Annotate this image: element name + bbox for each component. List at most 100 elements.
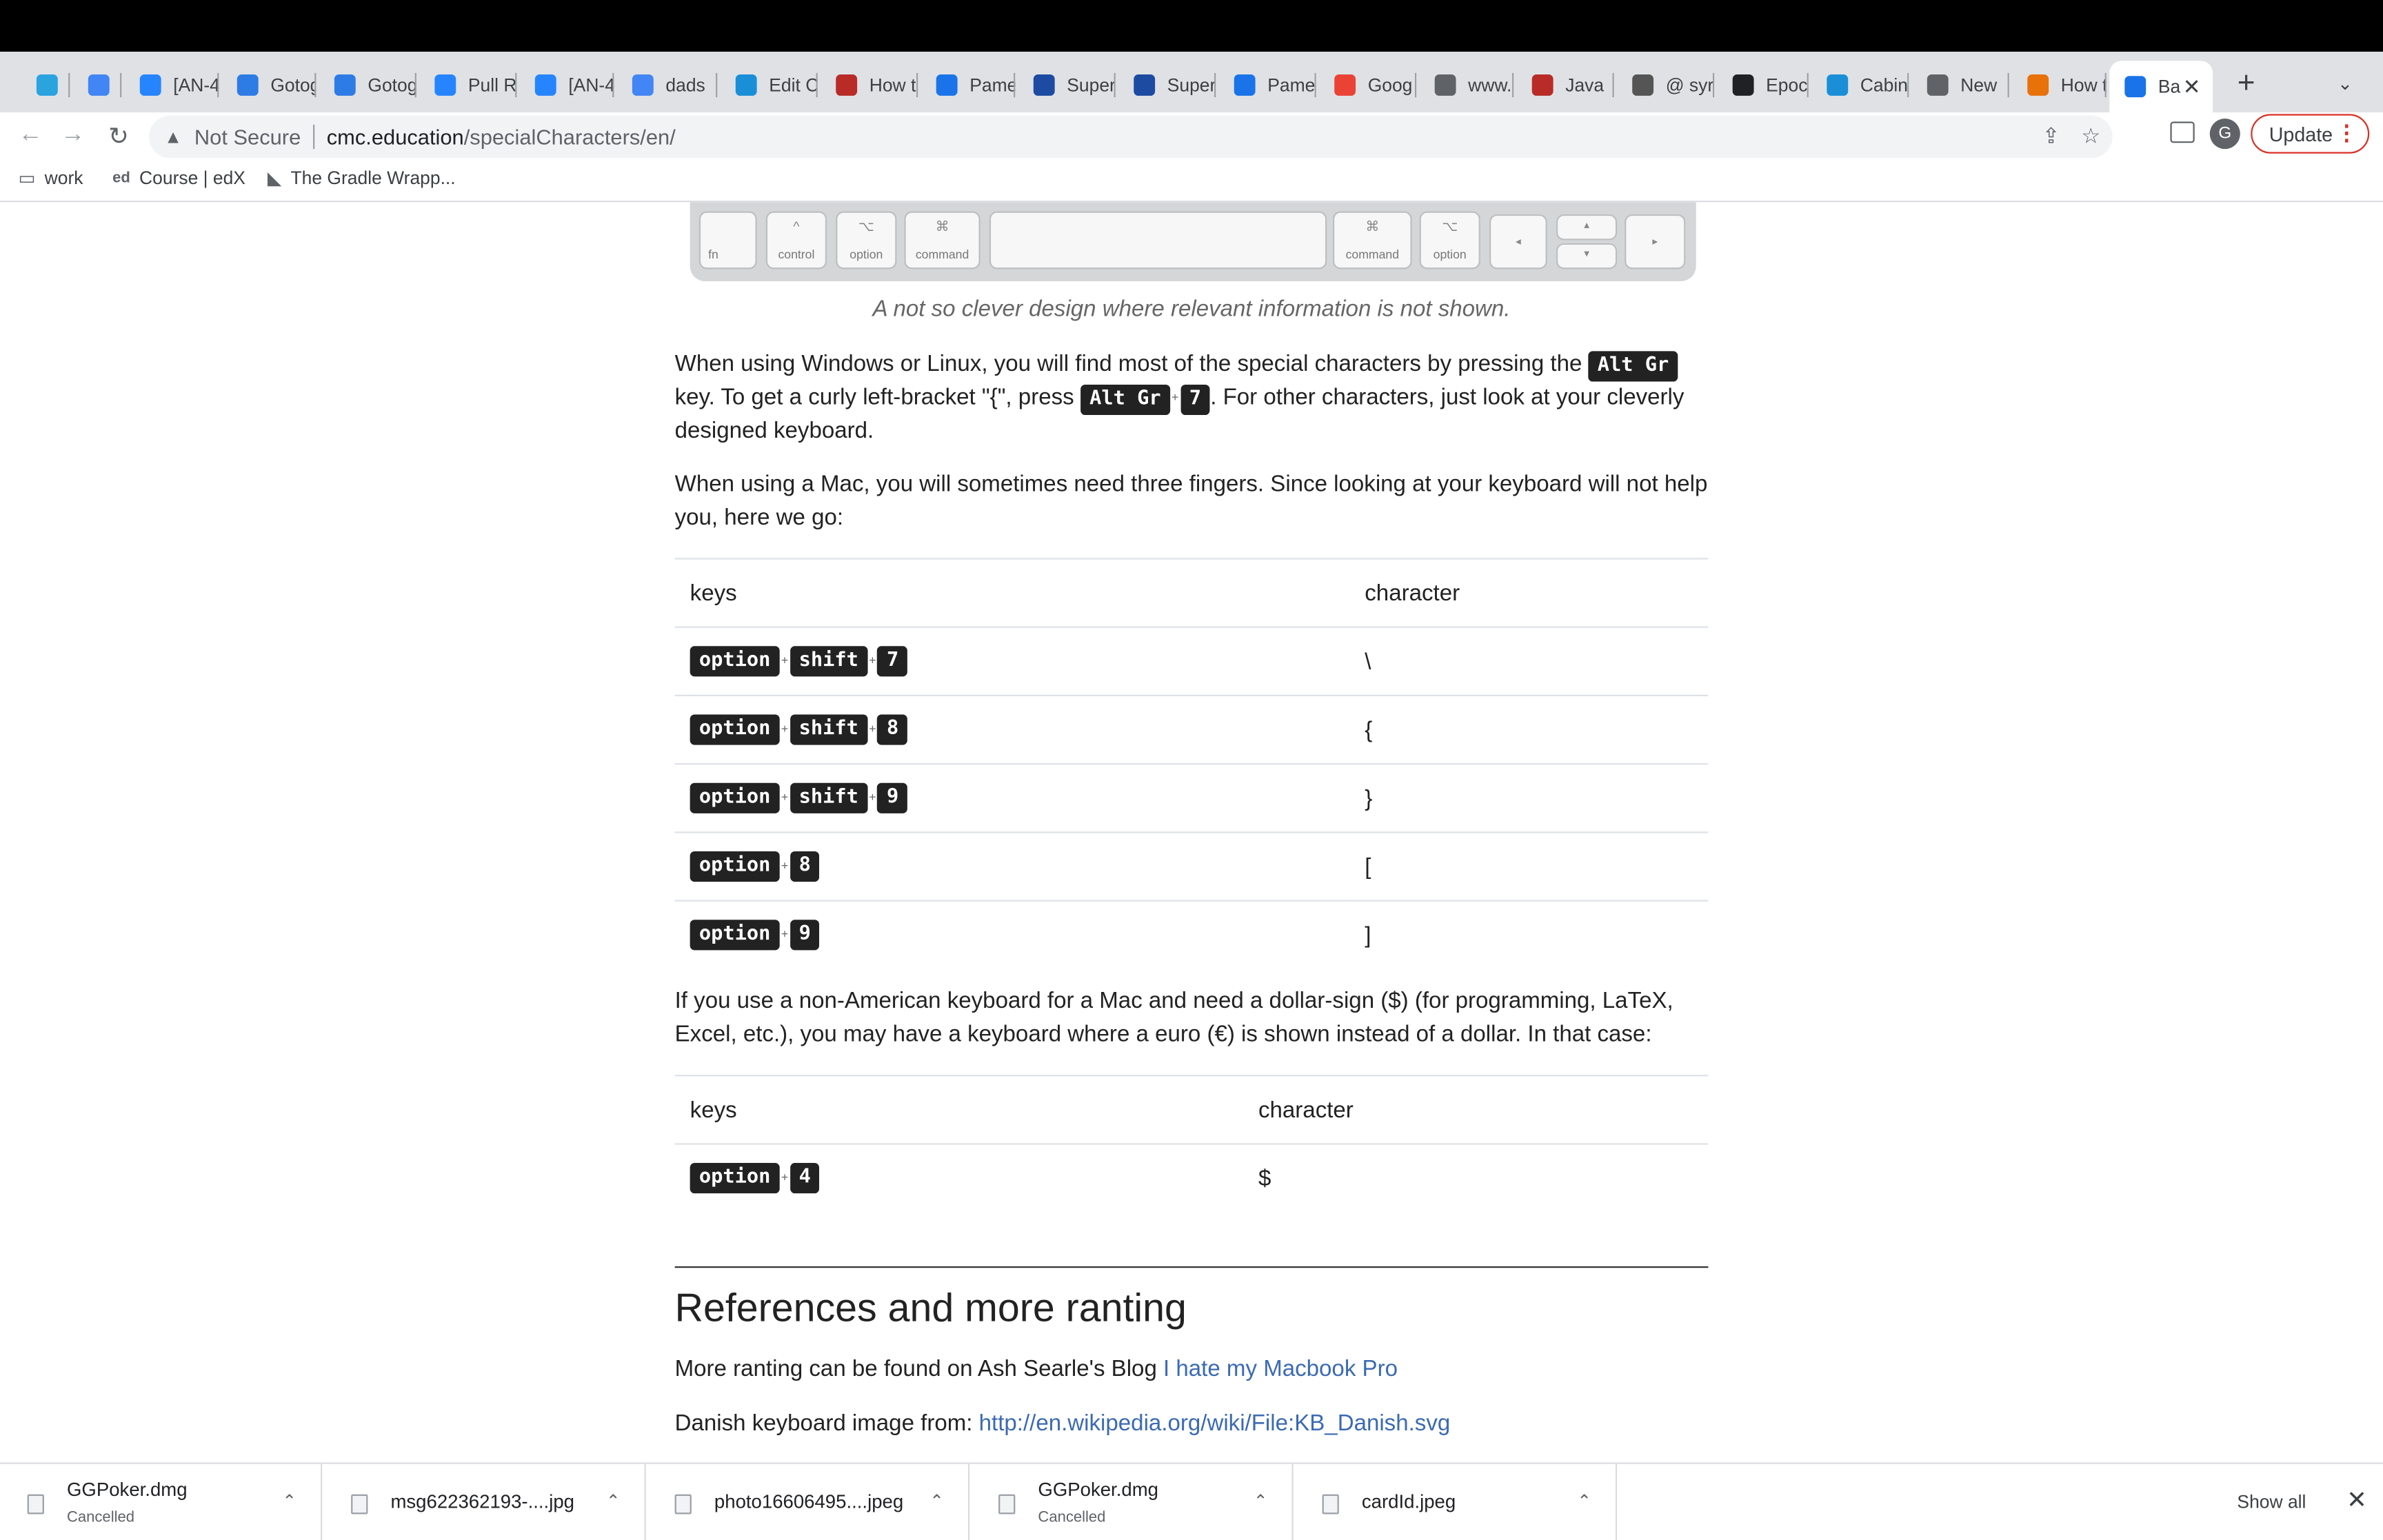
bookmark-edx[interactable]: ed Course | edX — [112, 168, 245, 189]
menu-bar — [0, 0, 2383, 52]
keyboard-image: fn ^ control ⌥ option ⌘ command ⌘ comman… — [690, 202, 1696, 281]
back-arrow-icon[interactable]: ← — [15, 121, 46, 149]
plus-sign: + — [781, 721, 789, 736]
browser-tab[interactable] — [21, 64, 70, 107]
globe-icon — [1434, 74, 1456, 96]
browser-tab[interactable]: Epoch — [1718, 64, 1809, 107]
browser-tab[interactable]: How t — [2012, 64, 2107, 107]
browser-tab[interactable]: Pame — [921, 64, 1016, 107]
table-row: option + shift +8{ — [674, 694, 1709, 764]
browser-tab[interactable]: Java — [1517, 64, 1614, 107]
download-status: Cancelled — [66, 1509, 135, 1527]
new-tab-icon[interactable]: + — [2231, 67, 2262, 102]
kbd-key: option — [690, 714, 780, 745]
download-filename: cardId.jpeg — [1361, 1491, 1456, 1513]
browser-tab[interactable]: Cabin — [1811, 64, 1909, 107]
character-cell: { — [1349, 694, 1709, 764]
update-button[interactable]: Update ⋮ — [2251, 114, 2370, 154]
download-item[interactable]: GGPoker.dmg Cancelled ⌃ — [971, 1463, 1294, 1540]
browser-tab[interactable] — [73, 64, 122, 107]
download-item[interactable]: msg622362193-....jpg ⌃ — [323, 1463, 646, 1540]
browser-tab[interactable]: [AN-4 — [125, 64, 219, 107]
side-panel-icon[interactable] — [2170, 121, 2195, 143]
up-arrow-icon: ▴ — [1584, 220, 1589, 232]
address-bar[interactable]: ▲ Not Secure cmc.education/specialCharac… — [149, 115, 2113, 159]
bookmark-gradle[interactable]: ◣ The Gradle Wrapp... — [268, 168, 456, 189]
macbook-blog-link[interactable]: I hate my Macbook Pro — [1163, 1356, 1398, 1381]
browser-tab[interactable]: www. — [1420, 64, 1514, 107]
chevron-up-icon[interactable]: ⌃ — [1577, 1491, 1591, 1511]
tab-search-chevron-icon[interactable]: ⌄ — [2337, 73, 2353, 94]
chevron-up-icon[interactable]: ⌃ — [1254, 1491, 1267, 1511]
browser-tab[interactable]: Gotog — [222, 64, 316, 107]
left-arrow-icon: ◂ — [1516, 237, 1521, 248]
tab-separator — [2104, 72, 2107, 98]
browser-tab[interactable]: Goog — [1319, 64, 1417, 107]
browser-tab[interactable]: New — [1912, 64, 2009, 107]
bookmark-star-icon[interactable]: ☆ — [2081, 123, 2100, 149]
tab-title: Pull R — [467, 74, 517, 96]
profile-avatar[interactable]: G — [2209, 119, 2240, 150]
photos-icon — [1334, 74, 1356, 96]
browser-tab[interactable]: [AN-4 — [520, 64, 614, 107]
plus-sign: + — [781, 789, 789, 804]
mac-keys-table: keys character option + shift +7 \ option + shi… — [674, 558, 1709, 969]
kbd-key: 8 — [877, 714, 908, 745]
wikipedia-link[interactable]: http://en.wikipedia.org/wiki/File:KB_Dan… — [979, 1411, 1451, 1437]
browser-tab[interactable]: Pull R — [419, 64, 517, 107]
tab-separator — [716, 72, 718, 98]
tab-title: How t — [869, 74, 916, 96]
download-item[interactable]: cardId.jpeg ⌃ — [1295, 1463, 1618, 1540]
not-secure-label[interactable]: Not Secure — [194, 125, 301, 149]
key-symbol: ⌥ — [1442, 219, 1458, 234]
show-all-button[interactable]: Show all — [2222, 1488, 2321, 1516]
key-symbol: ⌥ — [858, 219, 874, 234]
browser-tab[interactable]: Edit C — [721, 64, 818, 107]
references-heading: References and more ranting — [674, 1284, 1187, 1330]
paragraph-mac: When using a Mac, you will sometimes nee… — [674, 471, 1708, 531]
tab-title: Pame — [969, 74, 1016, 96]
bookmark-work[interactable]: ▭ work — [18, 168, 83, 189]
browser-tab[interactable]: Pame — [1219, 64, 1316, 107]
chevron-up-icon[interactable]: ⌃ — [606, 1491, 620, 1511]
key-option-left: ⌥ option — [836, 211, 897, 270]
tab-separator — [68, 72, 70, 98]
browser-tab[interactable]: Ba ✕ — [2109, 61, 2213, 113]
quora-icon — [836, 74, 858, 96]
share-icon[interactable]: ⇪ — [2042, 123, 2060, 149]
browser-tab[interactable]: Gotog — [319, 64, 416, 107]
tab-separator — [916, 72, 918, 98]
more-menu-icon[interactable]: ⋮ — [2336, 120, 2357, 145]
key-left-arrow: ◂ — [1489, 214, 1547, 270]
browser-tab[interactable]: How t — [821, 64, 918, 107]
clock-icon — [1732, 74, 1754, 96]
key-up-arrow: ▴ — [1556, 214, 1618, 241]
paragraph-image-source: Danish keyboard image from: http://en.wi… — [675, 1408, 1709, 1441]
bookmark-label: The Gradle Wrapp... — [290, 167, 456, 189]
forward-arrow-icon[interactable]: → — [58, 121, 88, 149]
browser-tab[interactable]: Super — [1018, 64, 1116, 107]
tab-title: Gotog — [368, 74, 416, 96]
browser-tab[interactable]: dads — [617, 64, 718, 107]
tab-title: dads — [665, 74, 705, 96]
browser-tab[interactable]: Super — [1118, 64, 1216, 107]
key-fn: fn — [698, 211, 757, 270]
chevron-up-icon[interactable]: ⌃ — [282, 1491, 296, 1511]
download-item[interactable]: GGPoker.dmg Cancelled ⌃ — [0, 1463, 323, 1540]
key-label: command — [915, 247, 969, 262]
browser-tab[interactable]: @ syr — [1617, 64, 1715, 107]
url-host: cmc.education — [326, 124, 464, 150]
download-item[interactable]: photo16606495....jpeg ⌃ — [647, 1463, 970, 1540]
chevron-up-icon[interactable]: ⌃ — [929, 1491, 943, 1511]
close-icon[interactable]: ✕ — [2346, 1486, 2367, 1516]
plus-sign: + — [781, 858, 789, 872]
tab-separator — [612, 72, 614, 98]
kbd-alt-gr: Alt Gr — [1080, 384, 1170, 416]
keys-cell: option +9 — [674, 900, 1350, 969]
gotogate-icon — [334, 74, 356, 96]
site-icon — [2124, 76, 2146, 98]
reload-icon[interactable]: ↻ — [103, 121, 134, 152]
plus-sign: + — [869, 721, 876, 736]
tab-close-icon[interactable]: ✕ — [2183, 74, 2201, 99]
tab-separator — [1807, 72, 1809, 98]
